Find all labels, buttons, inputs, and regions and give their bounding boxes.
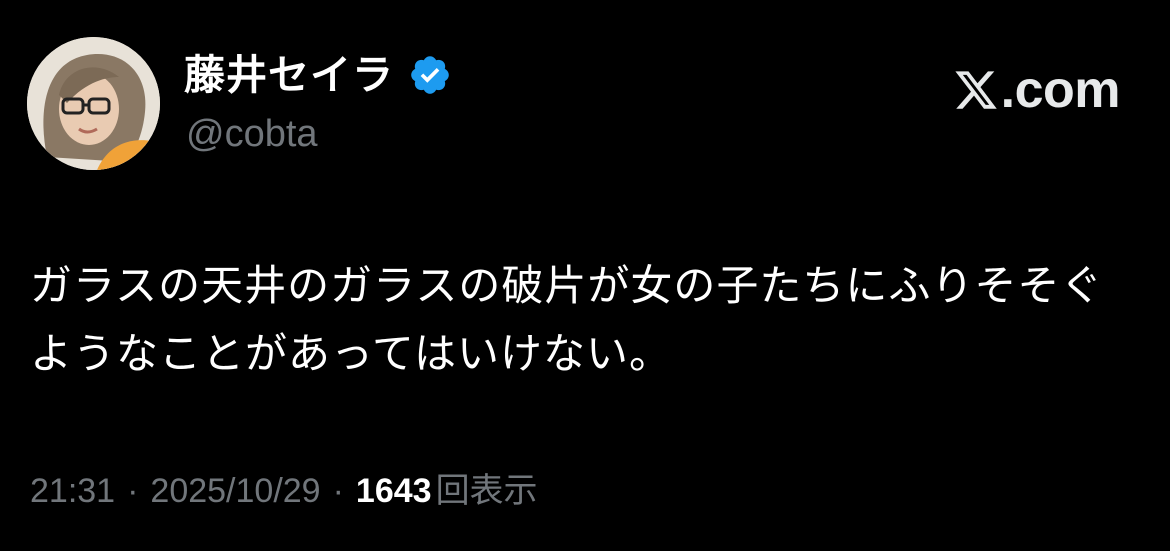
author-handle[interactable]: @cobta bbox=[186, 112, 318, 156]
views-count[interactable]: 1643 bbox=[356, 468, 432, 514]
tweet-meta: 21:31 · 2025/10/29 · 1643 回表示 bbox=[30, 468, 538, 514]
verified-badge-icon bbox=[411, 56, 449, 94]
brand-text: .com bbox=[1000, 61, 1121, 119]
meta-separator: · bbox=[127, 472, 139, 510]
tweet-date[interactable]: 2025/10/29 bbox=[150, 468, 320, 514]
tweet-body-text: ガラスの天井のガラスの破片が女の子たちにふりそそぐようなことがあってはいけない。 bbox=[30, 262, 1104, 377]
author-display-name[interactable]: 藤井セイラ bbox=[184, 50, 394, 100]
brand-watermark: .com bbox=[953, 61, 1121, 119]
meta-separator: · bbox=[332, 472, 344, 510]
user-avatar-photo-icon bbox=[27, 37, 160, 170]
views-label: 回表示 bbox=[435, 472, 538, 510]
tweet-time[interactable]: 21:31 bbox=[30, 468, 115, 514]
author-name-row: 藤井セイラ bbox=[184, 50, 452, 100]
x-logo-icon bbox=[955, 71, 997, 109]
avatar[interactable] bbox=[27, 37, 160, 170]
